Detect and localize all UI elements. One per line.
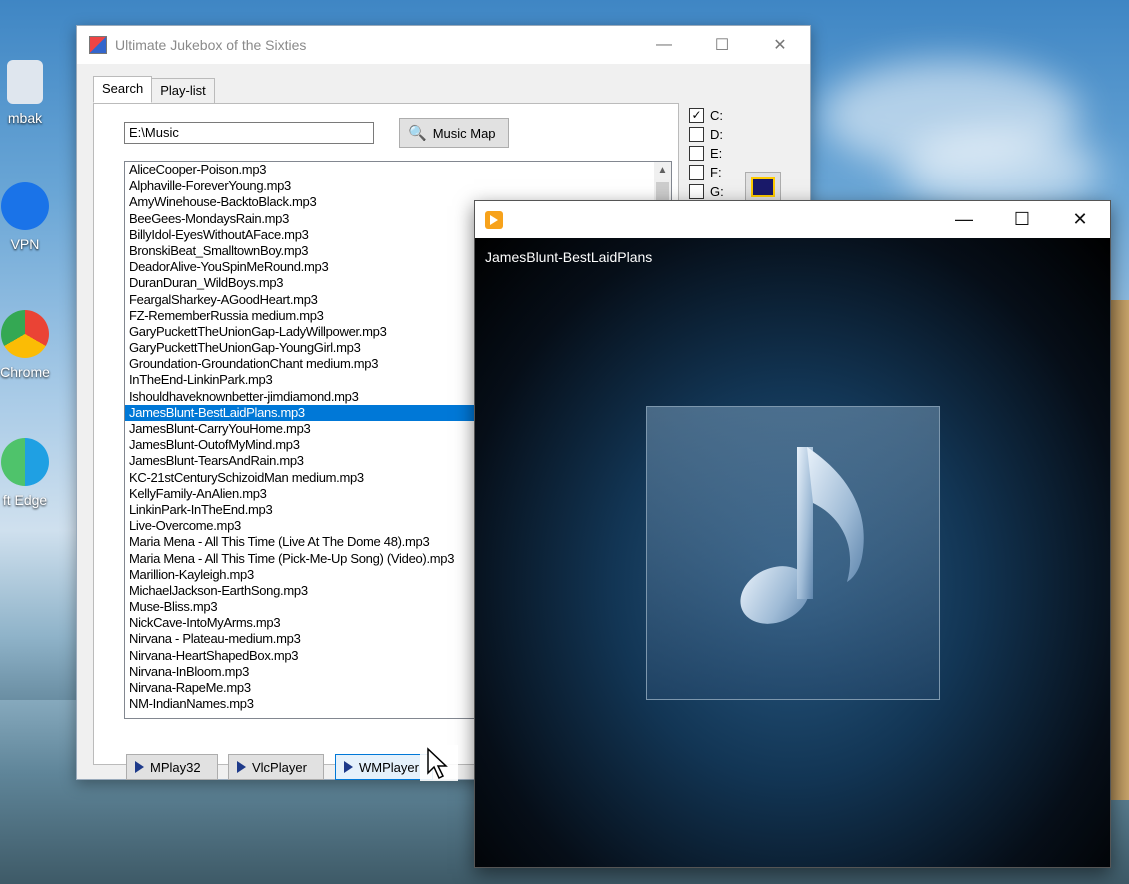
desktop-icon-recycle-bin[interactable]: mbak <box>0 60 70 126</box>
recycle-bin-icon <box>7 60 43 104</box>
drive-label: F: <box>710 165 722 180</box>
desktop-icon-vpn[interactable]: VPN <box>0 182 70 252</box>
browse-drive-button[interactable] <box>745 172 781 202</box>
track-title: JamesBlunt-BestLaidPlans <box>485 249 653 265</box>
checkbox[interactable] <box>689 146 704 161</box>
play-icon <box>237 761 246 773</box>
drive-label: C: <box>710 108 723 123</box>
tab-search[interactable]: Search <box>93 76 153 103</box>
edge-icon <box>1 438 49 486</box>
tab-bar: Search Play-list <box>93 76 215 105</box>
minimize-button[interactable]: — <box>635 26 693 64</box>
minimize-icon: — <box>656 36 672 53</box>
file-list-item[interactable]: AliceCooper-Poison.mp3 <box>125 162 671 178</box>
close-button[interactable]: ✕ <box>751 26 809 64</box>
desktop-icon-label: ft Edge <box>2 492 48 508</box>
wmplayer-label: WMPlayer <box>359 759 419 775</box>
music-note-icon <box>740 447 864 624</box>
drive-g[interactable]: G: <box>689 182 724 201</box>
scroll-up-icon[interactable]: ▲ <box>654 162 671 179</box>
desktop-icon-edge[interactable]: ft Edge <box>0 438 70 508</box>
vlcplayer-button[interactable]: VlcPlayer <box>228 754 324 780</box>
music-map-button[interactable]: 🔍 Music Map <box>399 118 509 148</box>
drive-label: D: <box>710 127 723 142</box>
vlcplayer-label: VlcPlayer <box>252 759 307 775</box>
desktop-icon-label: VPN <box>10 236 40 252</box>
minimize-icon: — <box>955 209 973 229</box>
vpn-icon <box>1 182 49 230</box>
path-input[interactable] <box>124 122 374 144</box>
close-icon: ✕ <box>773 37 787 54</box>
desktop-icon-label: mbak <box>7 110 43 126</box>
drive-list: ✓ C: D: E: F: G: <box>689 106 724 201</box>
jukebox-app-icon <box>89 36 107 54</box>
maximize-icon: ☐ <box>1013 209 1031 229</box>
checkbox[interactable] <box>689 165 704 180</box>
drive-e[interactable]: E: <box>689 144 724 163</box>
music-map-label: Music Map <box>432 125 496 141</box>
drive-d[interactable]: D: <box>689 125 724 144</box>
wmplayer-button[interactable]: WMPlayer <box>335 754 433 780</box>
media-player-icon <box>485 210 503 229</box>
media-player-window: — ☐ ✕ JamesBlunt-BestLaidPlans <box>474 200 1111 868</box>
media-player-titlebar[interactable]: — ☐ ✕ <box>475 201 1110 238</box>
minimize-button[interactable]: — <box>935 201 993 238</box>
magnifier-icon: 🔍 <box>408 125 427 142</box>
window-title: Ultimate Jukebox of the Sixties <box>115 37 307 53</box>
checkbox[interactable] <box>689 184 704 199</box>
checkbox-checked[interactable]: ✓ <box>689 108 704 123</box>
play-icon <box>135 761 144 773</box>
maximize-icon: ☐ <box>714 37 730 54</box>
desktop-icon-label: Chrome <box>0 364 50 380</box>
tab-playlist[interactable]: Play-list <box>151 78 215 105</box>
jukebox-titlebar[interactable]: Ultimate Jukebox of the Sixties — ☐ ✕ <box>77 26 810 64</box>
play-icon <box>344 761 353 773</box>
drive-label: E: <box>710 146 723 161</box>
close-button[interactable]: ✕ <box>1051 201 1109 238</box>
maximize-button[interactable]: ☐ <box>693 26 751 64</box>
mplay32-button[interactable]: MPlay32 <box>126 754 218 780</box>
file-list-item[interactable]: Alphaville-ForeverYoung.mp3 <box>125 178 671 194</box>
maximize-button[interactable]: ☐ <box>993 201 1051 238</box>
checkbox[interactable] <box>689 127 704 142</box>
chrome-icon <box>1 310 49 358</box>
drive-f[interactable]: F: <box>689 163 724 182</box>
drive-c[interactable]: ✓ C: <box>689 106 724 125</box>
close-icon: ✕ <box>1072 209 1088 229</box>
album-art <box>646 406 940 700</box>
desktop-icon-chrome[interactable]: Chrome <box>0 310 70 380</box>
mouse-cursor-icon <box>420 745 458 781</box>
mplay32-label: MPlay32 <box>150 759 201 775</box>
cloud <box>900 130 1100 210</box>
media-player-body[interactable]: JamesBlunt-BestLaidPlans <box>475 238 1110 867</box>
computer-icon <box>751 177 775 197</box>
drive-label: G: <box>710 184 724 199</box>
